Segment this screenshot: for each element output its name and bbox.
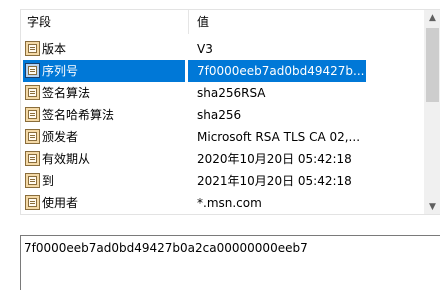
- list-item[interactable]: 有效期从 2020年10月20日 05:42:18: [21, 148, 424, 170]
- list-item[interactable]: 序列号 7f0000eeb7ad0bd49427b...: [21, 60, 424, 82]
- certificate-field-icon: [25, 107, 40, 122]
- field-name: 颁发者: [42, 130, 79, 144]
- certificate-field-icon: [25, 173, 40, 188]
- field-value: sha256: [197, 108, 242, 122]
- column-header-field[interactable]: 字段: [27, 14, 51, 30]
- list-rows: 版本 V3 序列号 7f0000eeb7ad0bd49427b... 签名算法 sha25…: [21, 38, 424, 215]
- field-name: 序列号: [42, 64, 79, 78]
- scroll-thumb[interactable]: [426, 28, 439, 102]
- field-value: 2020年10月20日 05:42:18: [197, 152, 352, 166]
- field-value-textbox[interactable]: 7f0000eeb7ad0bd49427b0a2ca00000000eeb7: [20, 235, 440, 290]
- field-value: Microsoft RSA TLS CA 02,...: [197, 130, 361, 144]
- list-item[interactable]: 签名哈希算法 sha256: [21, 104, 424, 126]
- certificate-field-icon: [25, 195, 40, 210]
- field-name: 签名哈希算法: [42, 108, 115, 122]
- certificate-field-icon: [25, 151, 40, 166]
- list-item[interactable]: 公钥RSA (2048 Bits): [21, 214, 424, 215]
- scroll-down-icon[interactable]: ▼: [424, 199, 440, 214]
- field-value: *.msn.com: [197, 196, 262, 210]
- field-name: 有效期从: [42, 152, 91, 166]
- column-divider[interactable]: [188, 10, 189, 34]
- column-header-value[interactable]: 值: [197, 14, 209, 30]
- certificate-field-icon: [25, 41, 40, 56]
- list-item[interactable]: 到 2021年10月20日 05:42:18: [21, 170, 424, 192]
- field-name: 到: [42, 174, 55, 188]
- field-value: V3: [197, 42, 213, 56]
- field-value: 7f0000eeb7ad0bd49427b...: [197, 64, 365, 78]
- field-value: sha256RSA: [197, 86, 266, 100]
- list-item[interactable]: 使用者 *.msn.com: [21, 192, 424, 214]
- list-item[interactable]: 签名算法 sha256RSA: [21, 82, 424, 104]
- certificate-fields-list[interactable]: 字段 值 版本 V3 序列号 7f0000eeb7ad0bd49427b... 签名算法…: [20, 9, 440, 215]
- list-item[interactable]: 颁发者 Microsoft RSA TLS CA 02,...: [21, 126, 424, 148]
- list-item[interactable]: 版本 V3: [21, 38, 424, 60]
- field-value-text: 7f0000eeb7ad0bd49427b0a2ca00000000eeb7: [24, 241, 308, 255]
- field-name: 使用者: [42, 196, 79, 210]
- scroll-up-icon[interactable]: ▲: [424, 10, 440, 27]
- field-name: 签名算法: [42, 86, 91, 100]
- certificate-field-icon: [25, 129, 40, 144]
- certificate-field-icon: [25, 85, 40, 100]
- vertical-scrollbar[interactable]: ▲ ▼: [424, 10, 440, 214]
- field-value: 2021年10月20日 05:42:18: [197, 174, 352, 188]
- list-header: 字段 值: [21, 10, 424, 34]
- certificate-details-panel: 字段 值 版本 V3 序列号 7f0000eeb7ad0bd49427b... 签名算法…: [0, 0, 446, 290]
- certificate-field-icon: [25, 63, 40, 78]
- field-name: 版本: [42, 42, 67, 56]
